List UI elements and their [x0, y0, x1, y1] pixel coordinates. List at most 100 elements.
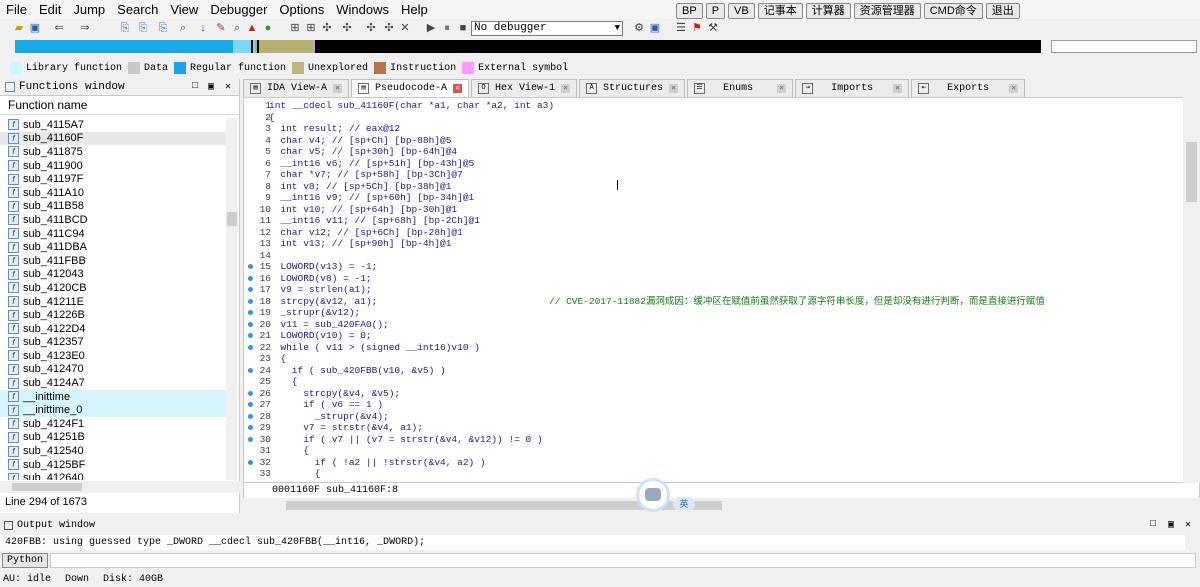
code-line[interactable]: 22 while ( v11 > (signed __int16)v10 ): [244, 342, 1184, 354]
function-list-item[interactable]: f sub_411DBA: [0, 240, 226, 254]
function-list-item[interactable]: f sub_4125BF: [0, 458, 226, 472]
code-line[interactable]: 33 {: [244, 468, 1184, 480]
function-list-item[interactable]: f sub_411B58: [0, 200, 226, 214]
code-line[interactable]: 4 char v4; // [sp+Ch] [bp-88h]@5: [244, 135, 1184, 147]
function-list-item[interactable]: f sub_41226B: [0, 308, 226, 322]
code-line[interactable]: 27 if ( v6 == 1 ): [244, 399, 1184, 411]
tab-imports[interactable]: ⇥ Imports ✕: [795, 79, 910, 97]
code-horizontal-scrollbar[interactable]: [276, 499, 1182, 512]
menu-options[interactable]: Options: [273, 0, 330, 19]
function-list-item[interactable]: f sub_411A10: [0, 186, 226, 200]
play-icon[interactable]: ▶: [424, 21, 438, 35]
code-line[interactable]: 3 int result; // eax@12: [244, 123, 1184, 135]
code-line[interactable]: 6 __int16 v6; // [sp+51h] [bp-43h]@5: [244, 158, 1184, 170]
notepad-button[interactable]: 记事本: [757, 3, 803, 19]
tool-1-icon[interactable]: ⊞: [288, 21, 302, 35]
menu-file[interactable]: File: [0, 0, 33, 19]
code-line[interactable]: 7 char *v7; // [sp+58h] [bp-3Ch]@7: [244, 169, 1184, 181]
function-list-item[interactable]: f sub_412043: [0, 268, 226, 282]
code-scroll-thumb[interactable]: [1186, 142, 1197, 202]
copy-icon[interactable]: ⎘: [118, 21, 132, 35]
tab-close-icon[interactable]: ✕: [561, 84, 571, 93]
function-list-item[interactable]: f sub_411875: [0, 145, 226, 159]
code-line[interactable]: 18 strcpy(&v12, a1); // CVE-2017-11882漏洞成…: [244, 296, 1184, 308]
code-line[interactable]: 19 _strupr(&v12);: [244, 307, 1184, 319]
code-line[interactable]: 20 v11 = sub_420FA0();: [244, 319, 1184, 331]
p-button[interactable]: P: [705, 3, 726, 19]
debugger-select[interactable]: No debugger ▼: [471, 21, 623, 36]
function-name-column-header[interactable]: Function name: [0, 96, 239, 115]
function-list-item[interactable]: f sub_411900: [0, 159, 226, 173]
float-icon[interactable]: ▣: [208, 81, 214, 93]
menu-search[interactable]: Search: [111, 0, 164, 19]
function-list-item[interactable]: f sub_412357: [0, 336, 226, 350]
tool-4-icon[interactable]: ✣: [340, 21, 354, 35]
code-line[interactable]: 23 {: [244, 353, 1184, 365]
save-icon[interactable]: ▣: [28, 21, 42, 35]
code-line[interactable]: 5 char v5; // [sp+30h] [bp-64h]@4: [244, 146, 1184, 158]
function-list-item[interactable]: f sub_41211E: [0, 295, 226, 309]
tool-2-icon[interactable]: ⊞: [304, 21, 318, 35]
pause-icon[interactable]: ⏸: [440, 21, 454, 35]
code-line[interactable]: 26 strcpy(&v4, &v5);: [244, 388, 1184, 400]
code-vertical-scrollbar[interactable]: [1183, 97, 1200, 483]
paste-icon[interactable]: ⎘: [136, 21, 150, 35]
down-arrow-icon[interactable]: ↓: [196, 21, 210, 35]
functions-hscroll-thumb[interactable]: [12, 483, 82, 491]
menu-help[interactable]: Help: [395, 0, 434, 19]
menu-jump[interactable]: Jump: [67, 0, 111, 19]
tools-icon[interactable]: ⚒: [706, 21, 720, 35]
python-command-input[interactable]: [50, 553, 1196, 568]
code-line[interactable]: 2{: [244, 112, 1184, 124]
tab-close-icon[interactable]: ✕: [893, 84, 903, 93]
code-line[interactable]: 21 LOWORD(v10) = 0;: [244, 330, 1184, 342]
tab-close-icon[interactable]: ✕: [777, 84, 787, 93]
tool-5-icon[interactable]: ✣: [364, 21, 378, 35]
functions-vertical-scrollbar[interactable]: [226, 118, 238, 480]
tab-structures[interactable]: A Structures ✕: [579, 79, 686, 97]
code-line[interactable]: 28 _strupr(&v4);: [244, 411, 1184, 423]
function-list-item[interactable]: f sub_412640: [0, 471, 226, 480]
code-line[interactable]: 8 int v8; // [sp+5Ch] [bp-38h]@1: [244, 181, 1184, 193]
close-icon[interactable]: ✕: [225, 81, 231, 93]
function-list-item[interactable]: f sub_411FBB: [0, 254, 226, 268]
tab-close-icon[interactable]: ✕: [453, 84, 463, 93]
code-line[interactable]: 1 int __cdecl sub_41160F(char *a1, char *…: [244, 100, 1184, 112]
function-list-item[interactable]: f sub_41251B: [0, 431, 226, 445]
code-line[interactable]: 29 v7 = strstr(&v4, a1);: [244, 422, 1184, 434]
search-icon[interactable]: ⌕: [176, 21, 190, 35]
menu-view[interactable]: View: [164, 0, 204, 19]
code-line[interactable]: 30 if ( v7 || (v7 = strstr(&v4, &v12)) !…: [244, 434, 1184, 446]
tab-exports[interactable]: ⇤ Exports ✕: [911, 79, 1026, 97]
binary-icon[interactable]: ⎘: [156, 21, 170, 35]
menu-windows[interactable]: Windows: [330, 0, 395, 19]
function-list-item[interactable]: f sub_411C94: [0, 227, 226, 241]
function-list-item[interactable]: f sub_4123E0: [0, 349, 226, 363]
stop-square-icon[interactable]: ■: [456, 21, 470, 35]
ime-language-badge[interactable]: 英: [673, 497, 695, 511]
stop-icon[interactable]: ▲: [245, 21, 259, 35]
debug-settings-icon[interactable]: ⚙: [632, 21, 646, 35]
explorer-button[interactable]: 资源管理器: [853, 3, 921, 19]
list-icon[interactable]: ☰: [674, 21, 688, 35]
functions-scroll-thumb[interactable]: [227, 212, 237, 226]
cmd-button[interactable]: CMD命令: [923, 3, 983, 19]
function-list-item[interactable]: f __inittime: [0, 389, 226, 404]
python-button[interactable]: Python: [2, 553, 49, 568]
close-x-icon[interactable]: ✕: [398, 21, 412, 35]
function-list-item[interactable]: f sub_411BCD: [0, 213, 226, 227]
tool-6-icon[interactable]: ✣: [382, 21, 396, 35]
code-line[interactable]: 17 v9 = strlen(a1);: [244, 284, 1184, 296]
code-line[interactable]: 15 LOWORD(v13) = -1;: [244, 261, 1184, 273]
ime-indicator[interactable]: 英: [636, 478, 695, 512]
code-line[interactable]: 32 if ( !a2 || !strstr(&v4, a2) ): [244, 457, 1184, 469]
tool-3-icon[interactable]: ✣: [320, 21, 334, 35]
function-list-item[interactable]: f sub_412540: [0, 444, 226, 458]
function-list-item[interactable]: f sub_412470: [0, 363, 226, 377]
menu-debugger[interactable]: Debugger: [204, 0, 273, 19]
back-icon[interactable]: ⇐: [52, 21, 66, 35]
bp-button[interactable]: BP: [676, 3, 703, 19]
function-list-item[interactable]: f sub_4120CB: [0, 281, 226, 295]
code-line[interactable]: 10 int v10; // [sp+64h] [bp-30h]@1: [244, 204, 1184, 216]
pseudocode-view[interactable]: 1 int __cdecl sub_41160F(char *a1, char *…: [243, 97, 1200, 483]
